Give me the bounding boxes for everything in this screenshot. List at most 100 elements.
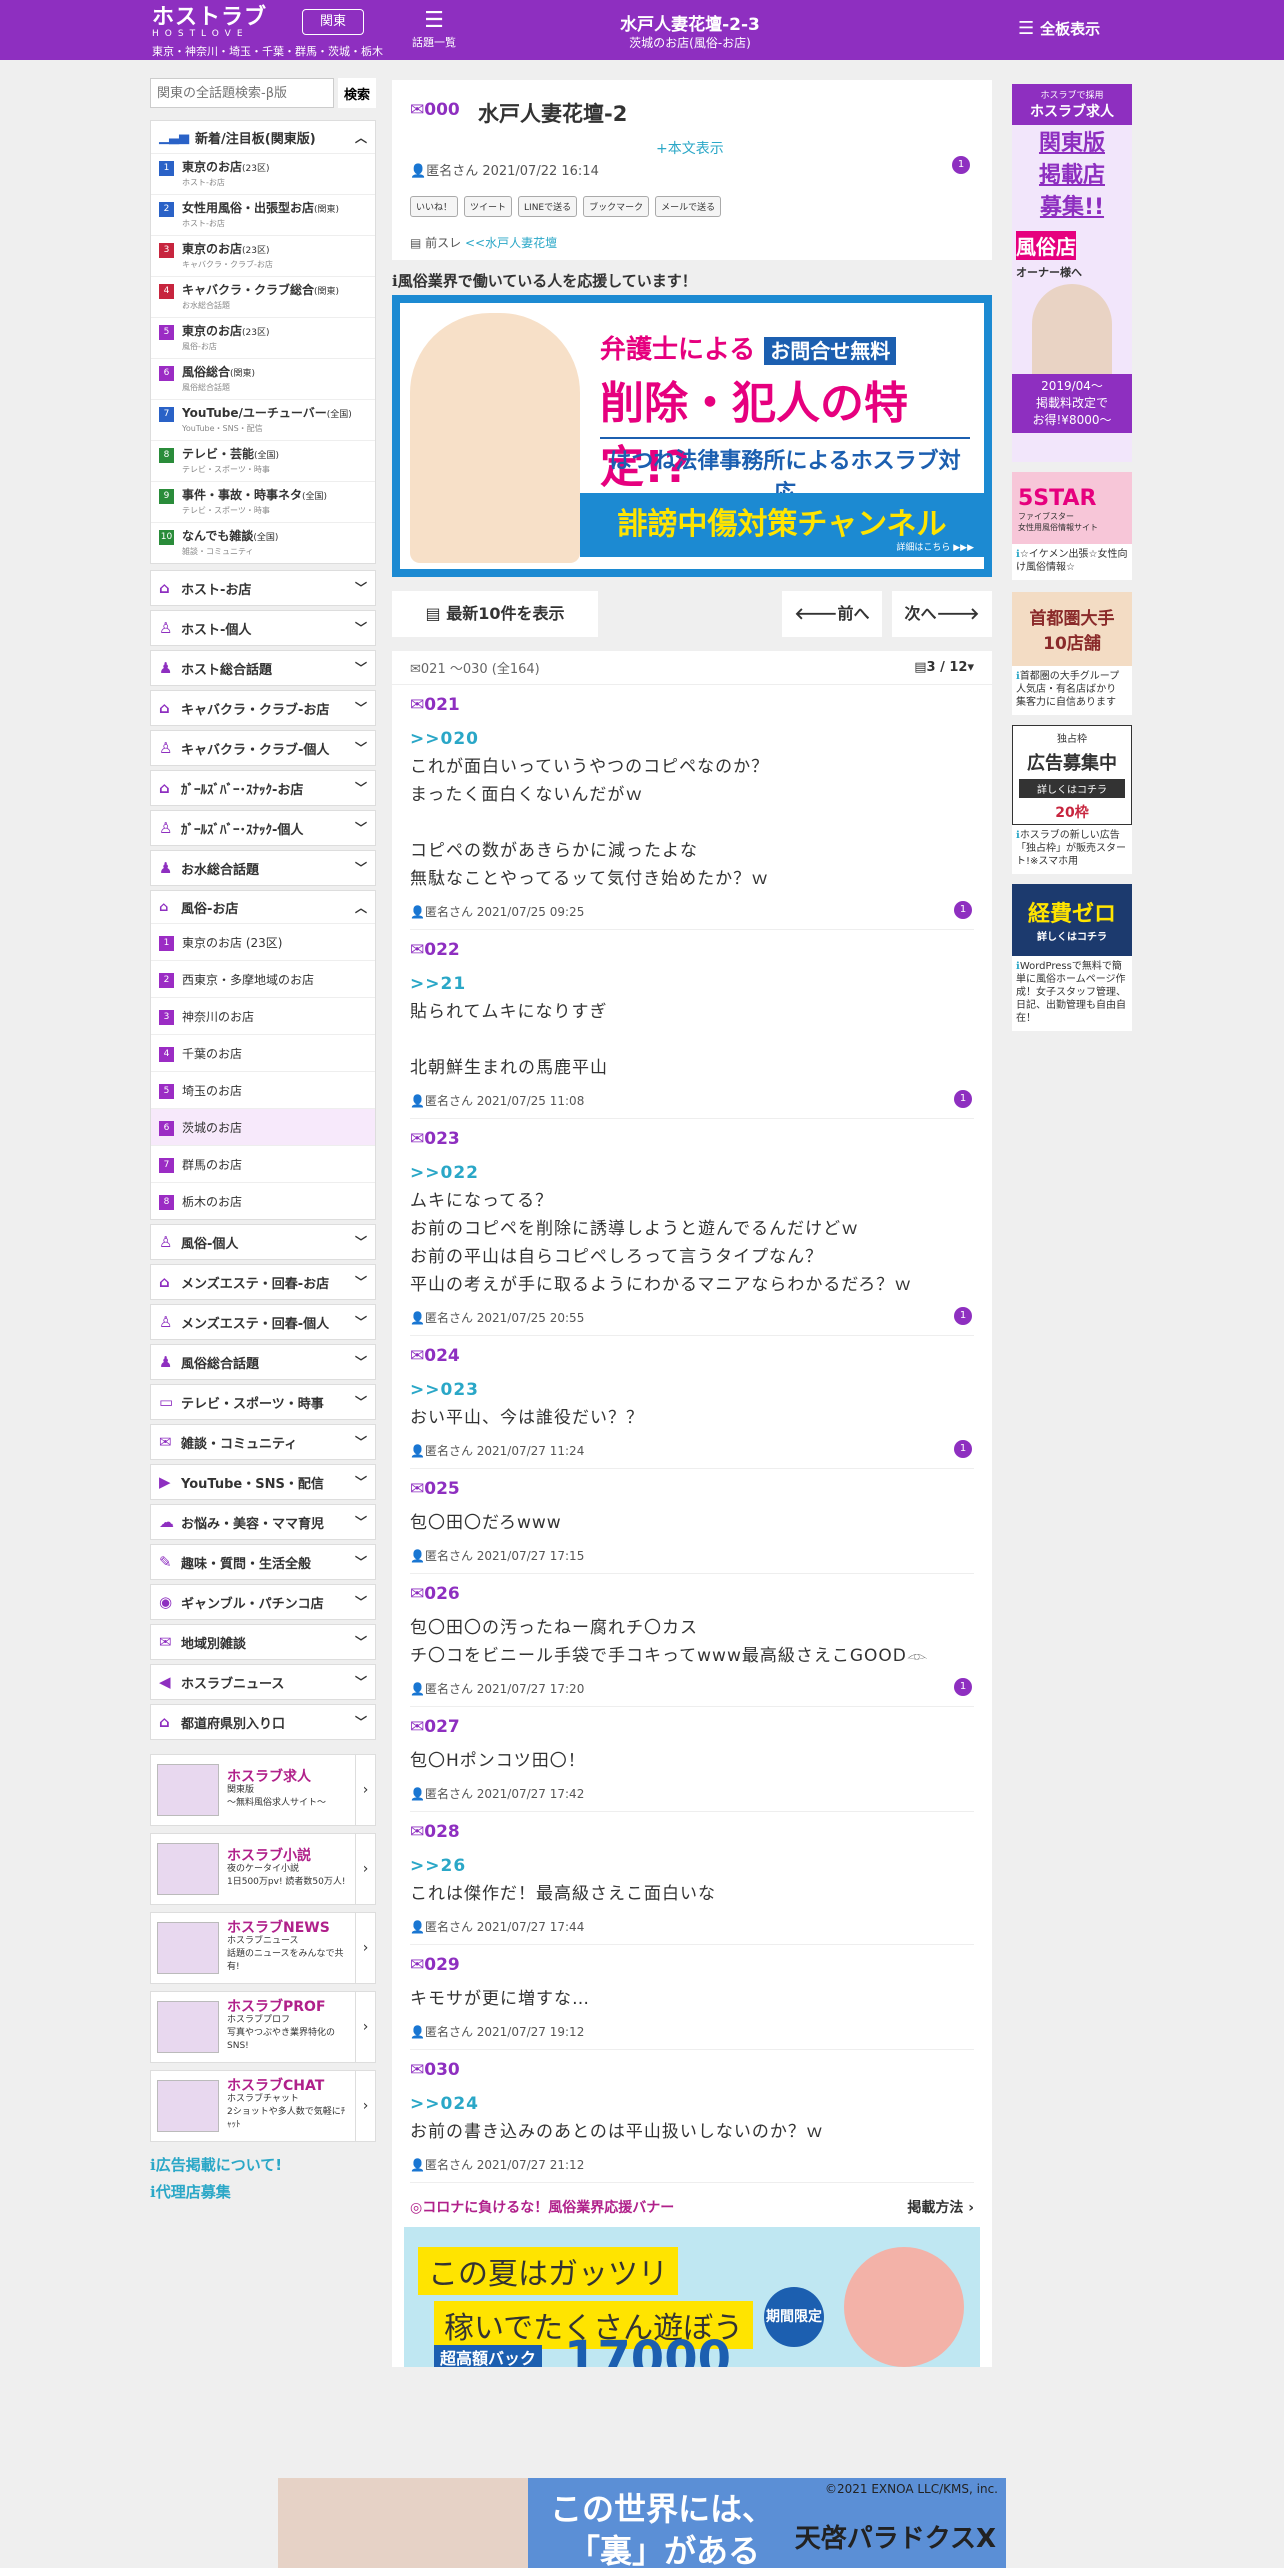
fuzoku-sub-item[interactable]: 3 神奈川のお店 [151,997,375,1034]
show-body-link[interactable]: +本文表示 [656,138,724,158]
agency-link[interactable]: ℹ代理店募集 [150,2181,376,2202]
reply-badge[interactable]: 1 [952,156,970,174]
region-button[interactable]: 関東 [302,9,364,35]
search-input[interactable] [150,78,334,108]
fuzoku-sub-item[interactable]: 1 東京のお店 (23区) [151,923,375,960]
category-item[interactable]: ♟ 風俗総合話題 ﹀ [150,1344,376,1380]
post-number[interactable]: ✉029 [410,1955,974,1975]
fuzoku-header[interactable]: ⌂ 風俗-お店 ︿ [151,891,375,923]
post-number[interactable]: ✉024 [410,1346,974,1366]
site-logo[interactable]: ホストラブ [152,7,267,29]
reply-count-badge[interactable]: 1 [954,1090,972,1108]
new-board-item[interactable]: 7 YouTube/ユーチューバー(全国) YouTube・SNS・配信 [151,399,375,440]
post-number[interactable]: ✉030 [410,2060,974,2080]
right-ad-exclusive[interactable]: 独占枠 広告募集中 詳しくはコチラ 20枠 ℹホスラブの新しい広告「独占枠」が販… [1012,725,1132,874]
promo-banner[interactable]: ホスラブPROF ホスラブプロフ 写真やつぶやき業界特化のSNS! › [150,1991,376,2063]
mail-share-button[interactable]: メールで送る [655,196,722,217]
category-item[interactable]: ♟ ホスト総合話題 ﹀ [150,650,376,686]
summer-ad-banner[interactable]: この夏はガッツリ 稼いでたくさん遊ぼう 期間限定 超高額バック 17000 [404,2227,980,2367]
corona-link[interactable]: 掲載方法 › [907,2197,974,2217]
new-board-item[interactable]: 6 風俗総合(関東) 風俗総合話題 [151,358,375,399]
reply-count-badge[interactable]: 1 [954,1307,972,1325]
bookmark-button[interactable]: ブックマーク [583,196,650,217]
post-text: キモサが更に増すな… [410,1989,590,2009]
category-item[interactable]: ♙ ホスト-個人 ﹀ [150,610,376,646]
category-icon: ♙ [159,819,173,837]
ad-info-link[interactable]: ℹ広告掲載について! [150,2154,376,2175]
reply-anchor-link[interactable]: >>21 [410,970,974,998]
reply-count-badge[interactable]: 1 [954,1678,972,1696]
new-board-item[interactable]: 8 テレビ・芸能(全国) テレビ・スポーツ・時事 [151,440,375,481]
category-item[interactable]: ▶ YouTube・SNS・配信 ﹀ [150,1464,376,1500]
reply-count-badge[interactable]: 1 [954,901,972,919]
category-item[interactable]: ◉ ギャンブル・パチンコ店 ﹀ [150,1584,376,1620]
header-subtitle[interactable]: 茨城のお店(風俗-お店) [540,34,840,51]
new-board-item[interactable]: 1 東京のお店(23区) ホスト-お店 [151,153,375,194]
category-item[interactable]: ⌂ ｶﾞｰﾙｽﾞﾊﾞｰ･ｽﾅｯｸ-お店 ﹀ [150,770,376,806]
category-item[interactable]: ☁ お悩み・美容・ママ育児 ﹀ [150,1504,376,1540]
fuzoku-sub-item[interactable]: 2 西東京・多摩地域のお店 [151,960,375,997]
new-board-item[interactable]: 4 キャバクラ・クラブ総合(関東) お水総合話題 [151,276,375,317]
prev-button[interactable]: 🡐前へ [782,591,882,637]
post-number[interactable]: ✉028 [410,1822,974,1842]
right-ad-5star[interactable]: 5STAR ファイブスター 女性用風俗情報サイト ℹ☆イケメン出張☆女性向け風俗… [1012,472,1132,580]
fuzoku-sub-item[interactable]: 5 埼玉のお店 [151,1071,375,1108]
fuzoku-sub-item[interactable]: 7 群馬のお店 [151,1145,375,1182]
new-board-item[interactable]: 9 事件・事故・時事ネタ(全国) テレビ・スポーツ・時事 [151,481,375,522]
new-boards-header[interactable]: ▁▃▅ 新着/注目板(関東版) ︿ [151,121,375,153]
reply-anchor-link[interactable]: >>024 [410,2090,974,2118]
right-ad-recruit[interactable]: ホスラブで採用 ホスラブ求人 関東版 掲載店 募集!! 風俗店 オーナー様へ 20… [1012,84,1132,462]
promo-banner[interactable]: ホスラブ求人 関東版 〜無料風俗求人サイト〜 › [150,1754,376,1826]
topic-list-button[interactable]: ☰ 話題一覧 [410,8,458,50]
facebook-like-button[interactable]: いいね！ [410,196,459,217]
new-board-item[interactable]: 10 なんでも雑談(全国) 雑談・コミュニティ [151,522,375,563]
category-item[interactable]: ♙ キャバクラ・クラブ-個人 ﹀ [150,730,376,766]
post-number[interactable]: ✉023 [410,1129,974,1149]
category-item[interactable]: ⌂ キャバクラ・クラブ-お店 ﹀ [150,690,376,726]
post-number[interactable]: ✉022 [410,940,974,960]
post-number[interactable]: ✉027 [410,1717,974,1737]
search-button[interactable]: 検索 [338,78,376,108]
promo-banner[interactable]: ホスラブNEWS ホスラブニュース 話題のニュースをみんなで共有! › [150,1912,376,1984]
category-item[interactable]: ♙ ｶﾞｰﾙｽﾞﾊﾞｰ･ｽﾅｯｸ-個人 ﹀ [150,810,376,846]
new-board-item[interactable]: 3 東京のお店(23区) キャバクラ・クラブ-お店 [151,235,375,276]
new-board-item[interactable]: 2 女性用風俗・出張型お店(関東) ホスト-お店 [151,194,375,235]
tweet-button[interactable]: ツイート [464,196,513,217]
category-item[interactable]: ♙ 風俗-個人 ﹀ [150,1224,376,1260]
fuzoku-sub-item[interactable]: 6 茨城のお店 [151,1108,375,1145]
category-item[interactable]: ♟ お水総合話題 ﹀ [150,850,376,886]
reply-anchor-link[interactable]: >>26 [410,1852,974,1880]
bottom-game-ad[interactable]: この世界には、 「裏」がある ©2021 EXNOA LLC/KMS, inc.… [278,2478,1006,2568]
category-item[interactable]: ◀ ホスラブニュース ﹀ [150,1664,376,1700]
category-item[interactable]: ✉ 雑談・コミュニティ ﹀ [150,1424,376,1460]
lawyer-ad-banner[interactable]: 弁護士による お問合せ無料 削除・犯人の特定!? はつね法律事務所によるホスラブ… [392,295,992,577]
prev-thread-link[interactable]: <<水戸人妻花壇 [465,236,557,250]
fuzoku-sub-item[interactable]: 4 千葉のお店 [151,1034,375,1071]
fuzoku-sub-item[interactable]: 8 栃木のお店 [151,1182,375,1219]
board-tag: (全国) [253,533,279,543]
page-select[interactable]: ▤3 / 12▾ [914,660,974,675]
promo-banner[interactable]: ホスラブ小説 夜のケータイ小説 1日500万pv! 読者数50万人! › [150,1833,376,1905]
right-ad-zero[interactable]: 経費ゼロ 詳しくはコチラ ℹWordPressで無料で簡単に風俗ホームページ作成… [1012,884,1132,1031]
category-item[interactable]: ♙ メンズエステ・回春-個人 ﹀ [150,1304,376,1340]
category-item[interactable]: ▭ テレビ・スポーツ・時事 ﹀ [150,1384,376,1420]
promo-banner[interactable]: ホスラブCHAT ホスラブチャット 2ショットや多人数で気軽にﾁｬｯﾄ › [150,2070,376,2142]
reply-anchor-link[interactable]: >>023 [410,1376,974,1404]
category-item[interactable]: ✎ 趣味・質問・生活全般 ﹀ [150,1544,376,1580]
post-number[interactable]: ✉021 [410,695,974,715]
reply-anchor-link[interactable]: >>020 [410,725,974,753]
right-ad-shutoken[interactable]: 首都圏大手 10店舗 ℹ首都圏の大手グループ 人気店・有名店ばかり 集客力に自信あ… [1012,592,1132,715]
line-share-button[interactable]: LINEで送る [518,196,578,217]
reply-count-badge[interactable]: 1 [954,1440,972,1458]
category-item[interactable]: ✉ 地域別雑談 ﹀ [150,1624,376,1660]
category-item[interactable]: ⌂ ホスト-お店 ﹀ [150,570,376,606]
reply-anchor-link[interactable]: >>022 [410,1159,974,1187]
new-board-item[interactable]: 5 東京のお店(23区) 風俗-お店 [151,317,375,358]
category-item[interactable]: ⌂ メンズエステ・回春-お店 ﹀ [150,1264,376,1300]
next-button[interactable]: 次へ🡒 [892,591,992,637]
post-number[interactable]: ✉026 [410,1584,974,1604]
category-item[interactable]: ⌂ 都道府県別入り口 ﹀ [150,1704,376,1740]
post-number[interactable]: ✉025 [410,1479,974,1499]
all-boards-button[interactable]: ☰ 全板表示 [1018,18,1100,39]
latest-10-button[interactable]: ▤ 最新10件を表示 [392,591,598,637]
